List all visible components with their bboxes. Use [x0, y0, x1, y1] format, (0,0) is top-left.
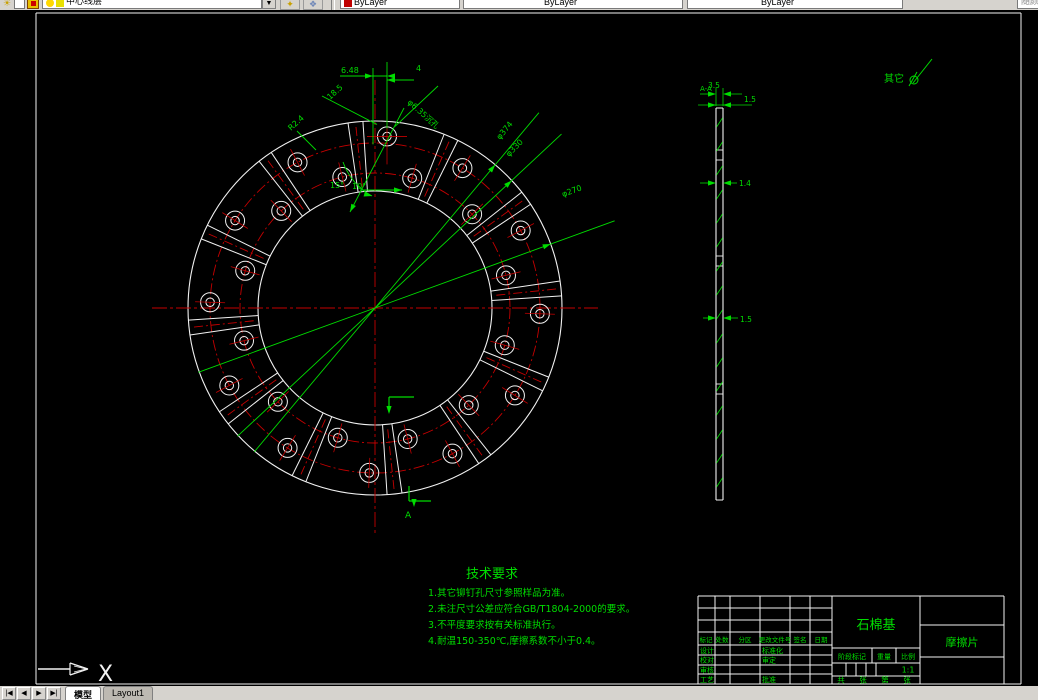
dim-4: 4 — [416, 64, 421, 73]
dim-diameter-leader: φ330 — [504, 138, 525, 159]
dim-angle-15: 15° — [330, 181, 344, 190]
layers-icon[interactable] — [27, 0, 39, 9]
layer-on-icon — [46, 0, 54, 7]
ucs-x-label: X — [98, 662, 113, 686]
titleblock-header-cell: 处数 — [716, 635, 730, 644]
linetype-dropdown[interactable]: ByLayer — [463, 0, 683, 9]
titleblock-sheet-label: 共 — [837, 676, 845, 685]
dim-6-48: 6.48 — [341, 66, 359, 75]
titleblock-sign-row: 设计 — [700, 646, 714, 655]
titleblock-approve-row: 批准 — [762, 675, 776, 684]
lineweight-dropdown-value: ByLayer — [761, 0, 795, 7]
titleblock-header-cell: 签名 — [794, 635, 807, 644]
dim-side-bottom: 1.5 — [740, 315, 752, 324]
tech-req-item: 4.耐温150-350℃,摩擦系数不小于0.4。 — [428, 635, 601, 647]
dim-diag-right: φ6.35沉孔 — [406, 98, 441, 131]
titleblock-header-cell: 更改文件号 — [759, 635, 792, 644]
section-side-view: A-A3.51.51.41.5 — [698, 81, 756, 501]
titleblock-header-cell: 标记 — [700, 635, 714, 644]
first-tab-button[interactable]: |◀ — [2, 687, 16, 700]
dim-side-width: 3.5 — [708, 81, 720, 90]
linetype-dropdown-value: ByLayer — [544, 0, 578, 7]
surface-roughness-note: 其它 — [884, 58, 933, 87]
color-swatch-icon — [344, 0, 352, 7]
titleblock-approve-row: 标准化 — [762, 646, 783, 655]
tech-req-item: 1.其它铆钉孔尺寸参照样品为准。 — [428, 587, 570, 599]
tab-layout1[interactable]: Layout1 — [103, 686, 154, 700]
titleblock-material: 石棉基 — [856, 618, 895, 633]
titleblock-header-cell: 分区 — [739, 635, 753, 644]
color-dropdown[interactable]: ByLayer — [340, 0, 460, 9]
titleblock-sheet-label: 第 — [881, 675, 889, 685]
layer-freeze-icon — [56, 0, 64, 7]
prev-tab-button[interactable]: ◀ — [17, 687, 31, 700]
roughness-note-text: 其它 — [884, 72, 904, 85]
layer-dropdown-arrow[interactable]: ▼ — [262, 0, 276, 9]
titleblock-sign-row: 审核 — [700, 665, 714, 674]
dim-diameter-leader: φ270 — [561, 183, 583, 198]
titleblock-scale-label: 比例 — [901, 652, 915, 661]
titleblock-scale-value: 1:1 — [902, 666, 915, 675]
dim-side-right: 1.5 — [744, 95, 756, 104]
tech-req-item: 3.不平度要求按有关标准执行。 — [428, 619, 561, 631]
dim-angle-10: 10° — [352, 182, 366, 191]
title-block: 标记 处数 分区 更改文件号 签名 日期设计校对审核工艺 标准化审定批准 石棉基摩擦片阶段标记… — [697, 595, 1005, 685]
section-marks: A — [386, 396, 431, 521]
titleblock-sheet-label: 张 — [859, 676, 867, 685]
tech-requirements: 技术要求 1.其它铆钉孔尺寸参照样品为准。 2.未注尺寸公差应符合GB/T1804-… — [428, 567, 635, 647]
tech-req-item: 2.未注尺寸公差应符合GB/T1804-2000的要求。 — [428, 603, 635, 615]
titleblock-header-cell: 日期 — [815, 636, 829, 644]
dim-side-mid: 1.4 — [739, 179, 751, 188]
dim-diag-left: 18.5 — [325, 83, 344, 102]
plotstyle-dropdown[interactable]: 随颜色 — [1017, 0, 1038, 9]
titleblock-approve-row: 审定 — [762, 656, 776, 665]
tab-model[interactable]: 模型 — [65, 686, 102, 700]
dim-diameter-leader: φ374 — [495, 120, 515, 142]
toolbar-separator — [331, 0, 335, 10]
layer-settings-icon[interactable]: ☀ — [1, 0, 13, 9]
titleblock-stage-label: 阶段标记 — [838, 652, 866, 661]
top-toolbar: ☀ 中心线层 ▼ ✦ ❖ ByLayer ByLayer ByLayer 随颜色 — [0, 0, 1038, 10]
lineweight-dropdown[interactable]: ByLayer — [687, 0, 903, 9]
drawing-canvas[interactable]: 6.48 4 18.5 φ6.35沉孔 R2.4 15° 10° φ374 φ330 φ270 A A… — [0, 10, 1038, 687]
last-tab-button[interactable]: ▶| — [47, 687, 61, 700]
titleblock-sign-row: 工艺 — [700, 676, 714, 684]
next-tab-button[interactable]: ▶ — [32, 687, 46, 700]
titleblock-part-name: 摩擦片 — [946, 635, 979, 649]
ucs-icon: X — [38, 662, 113, 687]
layout-tab-bar: |◀ ◀ ▶ ▶| 模型 Layout1 — [0, 686, 1038, 700]
layer-dropdown-value: 中心线层 — [66, 0, 103, 6]
sheet-border — [35, 12, 1022, 685]
color-dropdown-value: ByLayer — [354, 0, 388, 7]
layer-dropdown[interactable]: 中心线层 — [42, 0, 262, 9]
dim-radius: R2.4 — [286, 114, 306, 133]
titleblock-sign-row: 校对 — [700, 656, 714, 665]
titleblock-sheet-label: 张 — [903, 676, 911, 685]
section-letter-a: A — [405, 511, 412, 521]
make-object-layer-current-icon[interactable]: ✦ — [280, 0, 300, 10]
plotstyle-dropdown-value: 随颜色 — [1021, 0, 1038, 6]
layer-previous-icon[interactable]: ❖ — [303, 0, 323, 10]
new-layer-icon[interactable] — [14, 0, 25, 9]
titleblock-weight-label: 重量 — [877, 653, 891, 661]
tech-req-title: 技术要求 — [466, 567, 518, 582]
